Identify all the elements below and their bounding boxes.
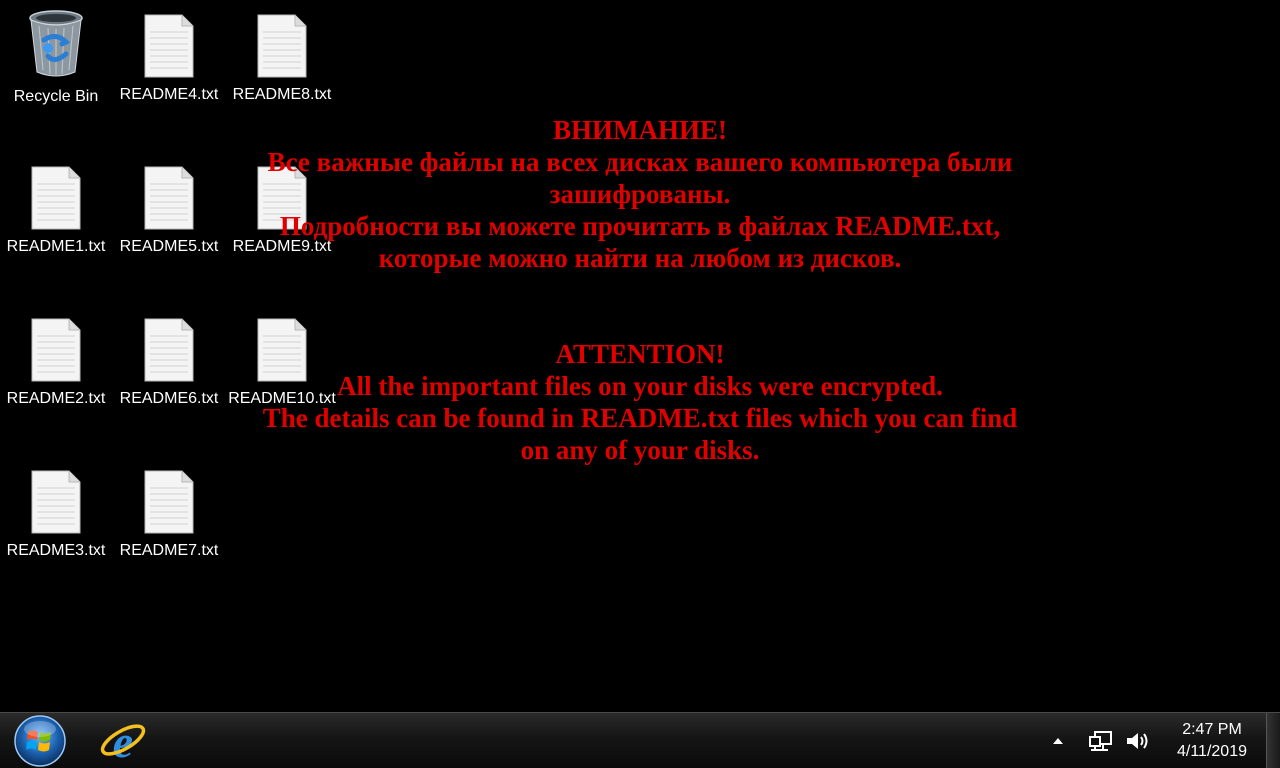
- volume-tray-button[interactable]: [1122, 727, 1152, 755]
- text-file-icon: [31, 166, 81, 230]
- text-file-icon: [257, 14, 307, 78]
- desktop-icon-recycle-bin[interactable]: Recycle Bin: [0, 2, 112, 110]
- taskbar: e 2:47 PM 4/11/2019: [0, 712, 1280, 768]
- message-line: on any of your disks.: [520, 435, 760, 465]
- message-line: ВНИМАНИЕ!: [553, 115, 727, 145]
- taskbar-clock[interactable]: 2:47 PM 4/11/2019: [1160, 719, 1264, 765]
- message-line: All the important files on your disks we…: [337, 371, 943, 401]
- chevron-up-icon: [1053, 738, 1063, 744]
- taskbar-internet-explorer-button[interactable]: e: [88, 715, 158, 767]
- desktop-icon-readme7[interactable]: README7.txt: [113, 458, 225, 566]
- text-file-icon: [31, 318, 81, 382]
- recycle-bin-icon: [29, 10, 83, 77]
- start-button[interactable]: [10, 715, 70, 767]
- ransom-message-english: ATTENTION! All the important files on yo…: [140, 338, 1140, 466]
- icon-label: README4.txt: [119, 86, 219, 103]
- text-file-icon: [144, 470, 194, 534]
- message-line: Подробности вы можете прочитать в файлах…: [279, 211, 1001, 241]
- message-line: ATTENTION!: [555, 339, 725, 369]
- network-tray-button[interactable]: [1086, 727, 1116, 755]
- svg-text:e: e: [113, 716, 133, 766]
- desktop: ВНИМАНИЕ! Все важные файлы на всех диска…: [0, 0, 1280, 712]
- icon-label: README2.txt: [6, 390, 106, 407]
- show-desktop-button[interactable]: [1266, 713, 1280, 768]
- message-line: зашифрованы.: [549, 179, 731, 209]
- internet-explorer-icon: e: [100, 716, 146, 766]
- volume-icon: [1127, 733, 1148, 749]
- windows-orb-icon: [14, 715, 66, 767]
- icon-label: README7.txt: [119, 542, 219, 559]
- icon-label: README1.txt: [6, 238, 106, 255]
- desktop-icon-readme8[interactable]: README8.txt: [226, 2, 338, 110]
- icon-label: Recycle Bin: [13, 88, 99, 105]
- clock-date: 4/11/2019: [1177, 743, 1247, 760]
- network-icon: [1089, 731, 1112, 751]
- message-line: The details can be found in README.txt f…: [262, 403, 1018, 433]
- text-file-icon: [31, 470, 81, 534]
- message-line: Все важные файлы на всех дисках вашего к…: [267, 147, 1013, 177]
- message-line: которые можно найти на любом из дисков.: [378, 243, 902, 273]
- desktop-icon-readme1[interactable]: README1.txt: [0, 154, 112, 262]
- desktop-icon-readme3[interactable]: README3.txt: [0, 458, 112, 566]
- icon-label: README3.txt: [6, 542, 106, 559]
- icon-label: README8.txt: [232, 86, 332, 103]
- ransom-message-russian: ВНИМАНИЕ! Все важные файлы на всех диска…: [140, 114, 1140, 274]
- text-file-icon: [144, 14, 194, 78]
- desktop-icon-readme2[interactable]: README2.txt: [0, 306, 112, 414]
- clock-time: 2:47 PM: [1182, 721, 1242, 738]
- show-hidden-icons-button[interactable]: [1046, 727, 1070, 755]
- desktop-icon-readme4[interactable]: README4.txt: [113, 2, 225, 110]
